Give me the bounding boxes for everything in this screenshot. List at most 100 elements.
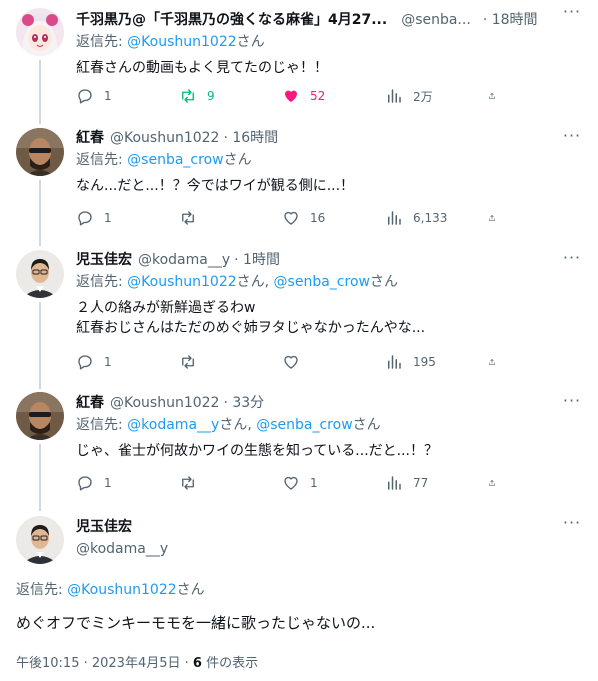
tweet-text: なん...だと...！？今ではワイが観る側に...！: [76, 178, 355, 194]
author-handle[interactable]: @Koushun1022: [110, 393, 219, 413]
thread-line: [39, 302, 41, 389]
retweet-icon: [182, 476, 194, 490]
reply-count: 1: [104, 211, 112, 225]
reply-icon: [78, 476, 92, 491]
view-count: 6: [192, 656, 202, 671]
more-icon[interactable]: ···: [562, 250, 582, 272]
avatar-koushun[interactable]: [16, 392, 64, 440]
reply-to: 返信先: @Koushun1022さん: [16, 579, 205, 599]
reply-to-suffix: さん: [352, 417, 381, 433]
reply-to-prefix: 返信先:: [16, 582, 68, 598]
heart-icon: [284, 355, 298, 369]
avatar-kodama[interactable]: [16, 516, 64, 564]
anime-avatar-image: [16, 8, 64, 56]
retweet-icon: [182, 355, 194, 369]
views-button[interactable]: 6,133: [385, 208, 465, 228]
reply-to-link[interactable]: @Koushun1022: [127, 34, 236, 50]
views-button[interactable]: 2万: [385, 86, 465, 106]
share-button[interactable]: [488, 473, 506, 493]
reply-to: 返信先: @Koushun1022さん, @senba_crowさん: [76, 272, 582, 292]
reply-button[interactable]: 1: [76, 86, 156, 106]
author-name[interactable]: 千羽黒乃@「千羽黒乃の強くなる麻雀」4月27...: [76, 10, 387, 30]
reply-to: 返信先: @kodama__yさん, @senba_crowさん: [76, 415, 582, 435]
author-handle[interactable]: @kodama__y: [76, 539, 168, 559]
like-button[interactable]: 16: [282, 208, 362, 228]
views-icon: [388, 89, 401, 103]
retweet-button[interactable]: [179, 352, 259, 372]
tweet-time[interactable]: · 16時間: [223, 128, 278, 148]
reply-to-separator: さん,: [236, 274, 274, 290]
tweet-time-text: 18時間: [491, 12, 538, 28]
reply-to-link-2[interactable]: @senba_crow: [274, 274, 370, 290]
more-icon[interactable]: ···: [562, 393, 582, 415]
author-name[interactable]: 児玉佳宏: [76, 517, 132, 537]
like-count: 16: [310, 211, 326, 225]
tweet-1[interactable]: 千羽黒乃@「千羽黒乃の強くなる麻雀」4月27... @senba... · 18…: [0, 0, 598, 124]
heart-icon: [284, 211, 298, 225]
retweet-button[interactable]: [179, 473, 259, 493]
reply-button[interactable]: 1: [76, 473, 156, 493]
photo-avatar-image: [16, 516, 64, 564]
share-icon: [489, 480, 495, 486]
reply-to-link[interactable]: @senba_crow: [127, 152, 223, 168]
share-button[interactable]: [488, 352, 506, 372]
like-count: 1: [310, 476, 318, 490]
share-button[interactable]: [488, 208, 506, 228]
reply-icon: [78, 211, 92, 226]
author-name[interactable]: 紅春: [76, 393, 104, 413]
reply-to-link[interactable]: @Koushun1022: [67, 582, 176, 598]
avatar-kodama[interactable]: [16, 250, 64, 298]
author-handle[interactable]: @senba...: [401, 10, 471, 30]
views-button[interactable]: 77: [385, 473, 465, 493]
heart-icon: [284, 476, 298, 490]
like-count: 52: [310, 89, 326, 103]
reply-button[interactable]: 1: [76, 208, 156, 228]
share-button[interactable]: [488, 86, 506, 106]
reply-to-prefix: 返信先:: [76, 34, 128, 50]
more-icon[interactable]: ···: [562, 4, 582, 26]
tweet-4[interactable]: 紅春 @Koushun1022 · 33分 返信先: @kodama__yさん,…: [0, 389, 598, 511]
like-button[interactable]: 52: [282, 86, 362, 106]
tweet-time[interactable]: · 1時間: [234, 250, 280, 270]
avatar-koushun[interactable]: [16, 128, 64, 176]
photo-avatar-image: [16, 392, 64, 440]
views-icon: [388, 355, 401, 369]
thread-line: [39, 60, 41, 124]
more-icon[interactable]: ···: [562, 128, 582, 150]
tweet-text: めぐオフでミンキーモモを一緒に歌ったじゃないの...: [16, 614, 376, 632]
tweet-time[interactable]: · 18時間: [483, 10, 538, 30]
reply-count: 1: [104, 89, 112, 103]
reply-to-suffix: さん: [236, 34, 265, 50]
views-button[interactable]: 195: [385, 352, 465, 372]
more-icon[interactable]: ···: [562, 515, 582, 537]
author-name[interactable]: 紅春: [76, 128, 104, 148]
retweet-count: 9: [207, 89, 215, 103]
reply-to-link[interactable]: @kodama__y: [127, 417, 219, 433]
author-handle[interactable]: @kodama__y: [138, 250, 230, 270]
tweet-3[interactable]: 児玉佳宏 @kodama__y · 1時間 返信先: @Koushun1022さ…: [0, 246, 598, 389]
like-button[interactable]: [282, 352, 362, 372]
retweet-icon: [182, 211, 194, 225]
avatar-senba[interactable]: [16, 8, 64, 56]
tweet-text-line: 紅春おじさんはただのめぐ姉ヲタじゃなかったんやな...: [76, 320, 426, 336]
retweet-button[interactable]: [179, 208, 259, 228]
timestamp[interactable]: 午後10:15 · 2023年4月5日 ·: [16, 656, 193, 671]
share-icon: [489, 215, 495, 221]
tweet-2[interactable]: 紅春 @Koushun1022 · 16時間 返信先: @senba_crowさ…: [0, 124, 598, 246]
thread-line: [39, 444, 41, 511]
thread-line: [39, 180, 41, 246]
retweet-button[interactable]: 9: [179, 86, 259, 106]
author-handle[interactable]: @Koushun1022: [110, 128, 219, 148]
tweet-text: 紅春さんの動画もよく見てたのじゃ！！: [76, 60, 328, 76]
reply-to-link-2[interactable]: @senba_crow: [256, 417, 352, 433]
tweet-text: じゃ、雀士が何故かワイの生態を知っている...だと...！？: [76, 443, 438, 459]
reply-icon: [78, 89, 92, 104]
reply-to-link[interactable]: @Koushun1022: [127, 274, 236, 290]
like-button[interactable]: 1: [282, 473, 362, 493]
tweet-time[interactable]: · 33分: [223, 393, 264, 413]
photo-avatar-image: [16, 250, 64, 298]
reply-to-suffix: さん: [223, 152, 252, 168]
reply-to: 返信先: @Koushun1022さん: [76, 32, 582, 52]
author-name[interactable]: 児玉佳宏: [76, 250, 132, 270]
reply-button[interactable]: 1: [76, 352, 156, 372]
